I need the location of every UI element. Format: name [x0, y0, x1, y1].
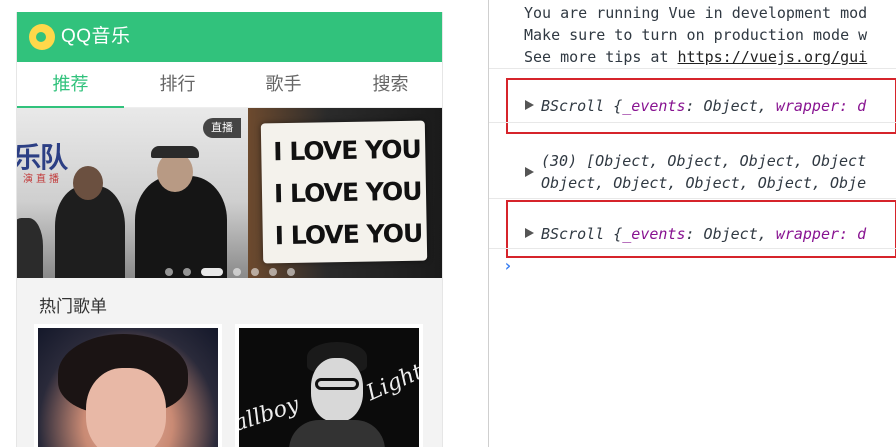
- banner-slider[interactable]: 乐队 演直播 直播 I LOVE YOU I LOVE YOU I LOVE Y…: [17, 108, 442, 278]
- band-member-figure: [135, 176, 227, 278]
- face-shape: [311, 358, 363, 422]
- log-value: : d: [839, 225, 867, 243]
- sign-text-line: I LOVE YOU: [274, 218, 423, 251]
- banner-slide-love[interactable]: I LOVE YOU I LOVE YOU I LOVE YOU: [248, 108, 442, 278]
- tab-bar: 推荐 排行 歌手 搜索: [17, 62, 442, 108]
- qq-music-logo-icon: [29, 24, 55, 50]
- slider-dot[interactable]: [165, 268, 173, 276]
- banner-slide-band[interactable]: 乐队 演直播 直播: [17, 108, 248, 278]
- console-log-entry[interactable]: BScroll {_events: Object, wrapper: d: [489, 92, 896, 120]
- console-log-entry[interactable]: BScroll {_events: Object, wrapper: d: [489, 220, 896, 248]
- tab-recommend[interactable]: 推荐: [17, 62, 124, 108]
- console-divider: [489, 122, 896, 123]
- slider-dot[interactable]: [269, 268, 277, 276]
- slider-dot[interactable]: [287, 268, 295, 276]
- slider-dot[interactable]: [183, 268, 191, 276]
- tab-singer[interactable]: 歌手: [230, 62, 337, 108]
- glasses-shape: [315, 378, 359, 390]
- console-prompt-icon[interactable]: ›: [503, 256, 513, 275]
- console-divider: [489, 248, 896, 249]
- portrait-man-image[interactable]: allboy Lights: [239, 328, 419, 447]
- log-prefix: BScroll {: [541, 97, 623, 115]
- log-object-text[interactable]: BScroll {_events: Object, wrapper: d: [541, 95, 866, 117]
- log-prefix: BScroll {: [541, 225, 623, 243]
- band-member-head: [157, 152, 193, 192]
- app-header: QQ音乐: [17, 12, 442, 62]
- devtools-console: You are running Vue in development mod M…: [488, 0, 896, 447]
- vue-docs-link[interactable]: https://vuejs.org/gui: [678, 48, 868, 66]
- console-divider: [489, 68, 896, 69]
- log-array-line[interactable]: Object, Object, Object, Object, Obje: [541, 172, 866, 194]
- log-key: _events: [622, 97, 686, 115]
- info-line: Make sure to turn on production mode w: [524, 26, 868, 44]
- face-shape: [86, 368, 166, 447]
- vue-dev-info-message: You are running Vue in development mod M…: [489, 2, 896, 68]
- slider-dot[interactable]: [251, 268, 259, 276]
- tab-rank[interactable]: 排行: [124, 62, 231, 108]
- playlist-card[interactable]: [34, 324, 222, 447]
- console-divider: [489, 198, 896, 199]
- slider-dot[interactable]: [233, 268, 241, 276]
- mobile-app-frame: QQ音乐 推荐 排行 歌手 搜索 乐队 演直播 直播 I LOVE YOU I …: [16, 12, 443, 447]
- info-line-text: See more tips at: [524, 48, 678, 66]
- tab-search[interactable]: 搜索: [337, 62, 442, 108]
- next-slide-edge: [434, 198, 442, 224]
- log-key: _events: [622, 225, 686, 243]
- hat-shape: [151, 146, 199, 158]
- sign-text-line: I LOVE YOU: [273, 134, 422, 167]
- log-value: : Object,: [685, 97, 776, 115]
- expand-arrow-icon[interactable]: [525, 167, 534, 177]
- slider-dots: [17, 268, 442, 278]
- console-log-entry[interactable]: (30) [Object, Object, Object, Object Obj…: [489, 148, 896, 196]
- info-line: See more tips at https://vuejs.org/gui: [524, 46, 896, 68]
- log-array-line[interactable]: (30) [Object, Object, Object, Object: [541, 150, 866, 172]
- log-object-text[interactable]: BScroll {_events: Object, wrapper: d: [541, 223, 866, 245]
- log-key: wrapper: [775, 225, 840, 243]
- band-member-head: [73, 166, 103, 200]
- live-badge: 直播: [203, 118, 241, 138]
- slider-dot-active[interactable]: [201, 268, 223, 276]
- log-value: : d: [839, 97, 867, 115]
- app-title: QQ音乐: [61, 26, 131, 47]
- info-line: You are running Vue in development mod: [524, 4, 868, 22]
- body-shape: [289, 420, 385, 447]
- banner-band-subtext: 演直播: [23, 174, 62, 185]
- expand-arrow-icon[interactable]: [525, 228, 534, 238]
- log-key: wrapper: [775, 97, 840, 115]
- expand-arrow-icon[interactable]: [525, 100, 534, 110]
- cover-script-text: Lights: [362, 354, 419, 407]
- cover-script-text: allboy: [239, 392, 303, 437]
- love-sign-image: I LOVE YOU I LOVE YOU I LOVE YOU: [260, 120, 428, 264]
- portrait-woman-image[interactable]: [38, 328, 218, 447]
- hot-playlist-title: 热门歌单: [39, 297, 107, 316]
- playlist-card[interactable]: allboy Lights: [235, 324, 423, 447]
- sign-text-line: I LOVE YOU: [273, 176, 422, 209]
- log-value: : Object,: [685, 225, 776, 243]
